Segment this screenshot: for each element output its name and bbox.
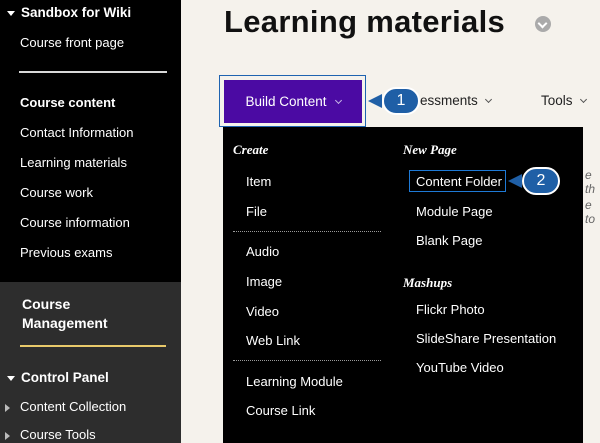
callout-pointer <box>508 174 522 188</box>
chevron-down-icon <box>579 95 587 103</box>
callout-number: 2 <box>522 167 560 195</box>
menu-item-blank-page[interactable]: Blank Page <box>416 233 483 248</box>
tools-menu[interactable]: Tools <box>541 93 587 108</box>
menu-item-course-link[interactable]: Course Link <box>246 403 315 418</box>
menu-item-slideshare-presentation[interactable]: SlideShare Presentation <box>416 331 556 346</box>
sidebar-link-previous-exams[interactable]: Previous exams <box>20 245 112 260</box>
sidebar-link-course-front-page[interactable]: Course front page <box>20 35 124 50</box>
callout-number: 1 <box>382 87 420 115</box>
menu-divider <box>233 360 381 361</box>
menu-item-flickr-photo[interactable]: Flickr Photo <box>416 302 485 317</box>
chevron-down-icon <box>484 95 492 103</box>
step-callout-1: 1 <box>368 87 422 115</box>
sidebar-link-contact-information[interactable]: Contact Information <box>20 125 133 140</box>
management-divider <box>20 345 166 347</box>
menu-item-item[interactable]: Item <box>246 174 271 189</box>
menu-item-module-page[interactable]: Module Page <box>416 204 493 219</box>
menu-divider <box>233 231 381 232</box>
caret-down-icon <box>7 10 15 16</box>
sidebar-link-course-work[interactable]: Course work <box>20 185 93 200</box>
sidebar-divider <box>19 71 167 73</box>
course-title[interactable]: Sandbox for Wiki <box>7 5 131 20</box>
course-management-panel: Course Management Control Panel Content … <box>0 282 181 443</box>
menu-item-youtube-video[interactable]: YouTube Video <box>416 360 504 375</box>
expand-arrow-icon <box>5 403 10 412</box>
assessments-menu[interactable]: essments <box>420 93 492 108</box>
callout-pointer <box>368 94 382 108</box>
course-sidebar: Sandbox for Wiki Course front page Cours… <box>0 0 181 443</box>
sidebar-link-course-information[interactable]: Course information <box>20 215 130 230</box>
control-panel-item-content-collection[interactable]: Content Collection <box>5 399 126 414</box>
title-options-chevron-icon[interactable] <box>535 16 551 32</box>
control-panel-heading[interactable]: Control Panel <box>7 370 109 385</box>
menu-item-content-folder[interactable]: Content Folder <box>416 174 502 189</box>
create-heading: Create <box>233 142 269 157</box>
expand-arrow-icon <box>5 431 10 440</box>
new-page-heading: New Page <box>403 142 457 157</box>
course-management-title: Course Management <box>22 296 108 331</box>
sidebar-link-learning-materials[interactable]: Learning materials <box>20 155 127 170</box>
chevron-down-icon <box>334 96 342 104</box>
caret-down-icon <box>7 375 15 381</box>
page-title: Learning materials <box>224 4 506 39</box>
step-callout-2: 2 <box>508 167 562 195</box>
menu-item-audio[interactable]: Audio <box>246 244 279 259</box>
control-panel-item-course-tools[interactable]: Course Tools <box>5 427 96 442</box>
mashups-heading: Mashups <box>403 275 453 290</box>
background-text-fragment: e to <box>585 198 596 226</box>
menu-item-video[interactable]: Video <box>246 304 279 319</box>
menu-item-file[interactable]: File <box>246 204 267 219</box>
build-content-button[interactable]: Build Content <box>224 80 362 123</box>
sidebar-section-course-content: Course content <box>20 95 116 110</box>
background-text-fragment: e th <box>585 168 596 196</box>
menu-item-learning-module[interactable]: Learning Module <box>246 374 343 389</box>
menu-item-web-link[interactable]: Web Link <box>246 333 300 348</box>
menu-item-image[interactable]: Image <box>246 274 282 289</box>
